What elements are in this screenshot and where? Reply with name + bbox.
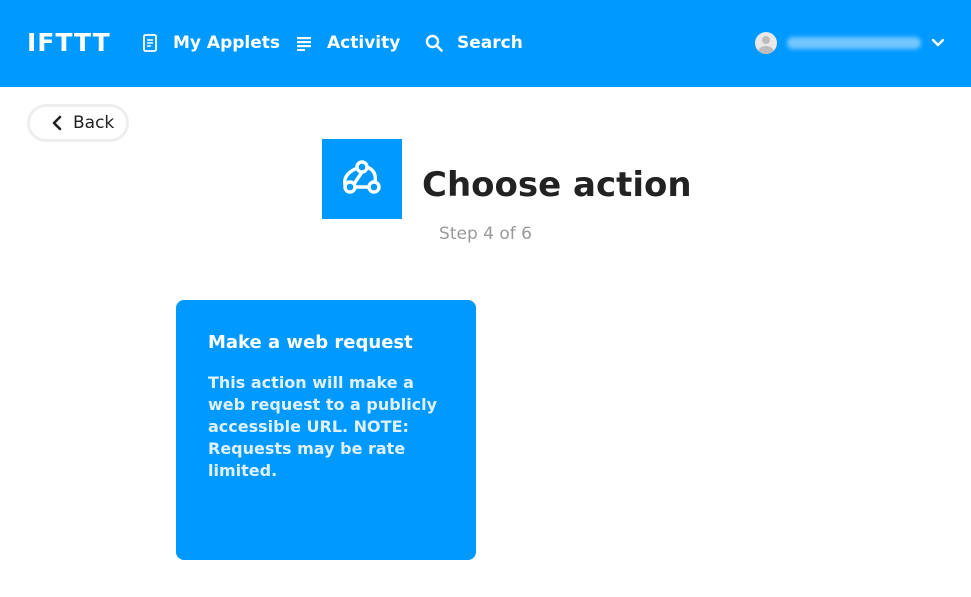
webhooks-icon: [341, 157, 383, 201]
service-tile: [322, 139, 402, 219]
user-avatar-icon: [755, 32, 777, 54]
step-indicator: Step 4 of 6: [439, 224, 532, 244]
nav-search-label: Search: [457, 33, 523, 53]
nav-search[interactable]: Search: [425, 28, 523, 58]
page-title: Choose action: [422, 165, 692, 205]
action-title: Make a web request: [208, 332, 413, 353]
activity-list-icon: [295, 34, 313, 52]
nav-activity-label: Activity: [327, 33, 401, 53]
back-button[interactable]: Back: [27, 104, 129, 142]
username-blurred: [787, 37, 921, 49]
top-nav-bar: IFTTT My Applets Activity Search: [0, 0, 971, 87]
chevron-down-icon: [931, 36, 945, 50]
account-menu[interactable]: [755, 28, 945, 58]
nav-activity[interactable]: Activity: [295, 28, 400, 58]
search-icon: [425, 34, 443, 52]
applets-doc-icon: [141, 34, 159, 52]
nav-my-applets[interactable]: My Applets: [141, 28, 280, 58]
chevron-left-icon: [51, 115, 63, 131]
ifttt-logo[interactable]: IFTTT: [27, 28, 111, 58]
action-card-make-web-request[interactable]: Make a web request This action will make…: [176, 300, 476, 560]
back-button-label: Back: [73, 113, 115, 133]
action-description: This action will make a web request to a…: [208, 373, 438, 480]
nav-my-applets-label: My Applets: [173, 33, 281, 53]
